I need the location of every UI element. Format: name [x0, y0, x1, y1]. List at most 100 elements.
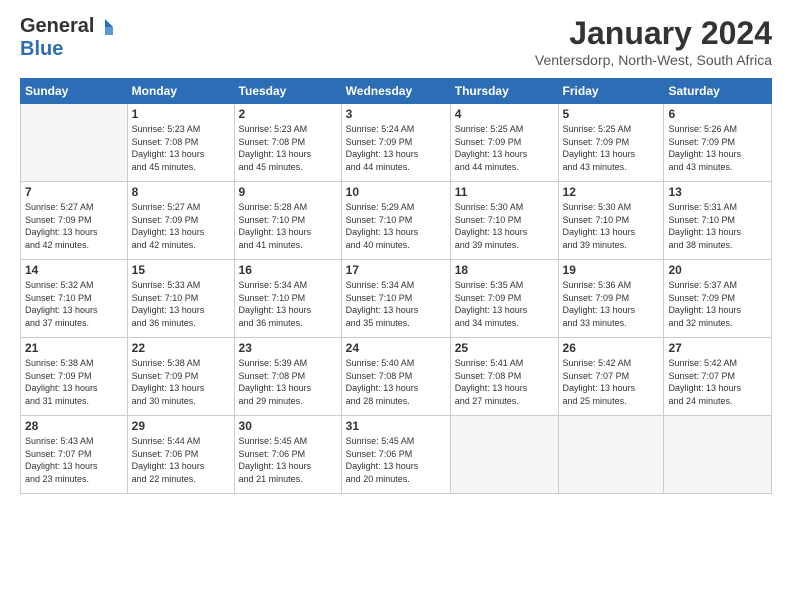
- day-number: 3: [346, 107, 446, 121]
- day-info: Sunrise: 5:34 AMSunset: 7:10 PMDaylight:…: [239, 279, 337, 329]
- day-number: 28: [25, 419, 123, 433]
- day-cell: 2Sunrise: 5:23 AMSunset: 7:08 PMDaylight…: [234, 104, 341, 182]
- day-cell: 25 Sunrise: 5:41 AMSunset: 7:08 PMDayligh…: [450, 338, 558, 416]
- day-number: 5: [563, 107, 660, 121]
- day-number: 17: [346, 263, 446, 277]
- header-tuesday: Tuesday: [234, 79, 341, 104]
- day-cell: 3 Sunrise: 5:24 AMSunset: 7:09 PMDaylight…: [341, 104, 450, 182]
- day-cell: 26 Sunrise: 5:42 AMSunset: 7:07 PMDayligh…: [558, 338, 664, 416]
- day-info: Sunrise: 5:30 AMSunset: 7:10 PMDaylight:…: [563, 201, 660, 251]
- day-number: 9: [239, 185, 337, 199]
- day-info: Sunrise: 5:32 AMSunset: 7:10 PMDaylight:…: [25, 279, 123, 329]
- day-info: Sunrise: 5:39 AMSunset: 7:08 PMDaylight:…: [239, 357, 337, 407]
- day-cell: 23 Sunrise: 5:39 AMSunset: 7:08 PMDayligh…: [234, 338, 341, 416]
- week-row-0: 1Sunrise: 5:23 AMSunset: 7:08 PMDaylight…: [21, 104, 772, 182]
- day-number: 14: [25, 263, 123, 277]
- header-saturday: Saturday: [664, 79, 772, 104]
- day-info: Sunrise: 5:27 AMSunset: 7:09 PMDaylight:…: [25, 201, 123, 251]
- day-info: Sunrise: 5:37 AMSunset: 7:09 PMDaylight:…: [668, 279, 767, 329]
- day-info: Sunrise: 5:36 AMSunset: 7:09 PMDaylight:…: [563, 279, 660, 329]
- day-info: Sunrise: 5:41 AMSunset: 7:08 PMDaylight:…: [455, 357, 554, 407]
- day-number: 30: [239, 419, 337, 433]
- header-thursday: Thursday: [450, 79, 558, 104]
- day-cell: 29 Sunrise: 5:44 AMSunset: 7:06 PMDayligh…: [127, 416, 234, 494]
- day-info: Sunrise: 5:45 AMSunset: 7:06 PMDaylight:…: [346, 435, 446, 485]
- day-info: Sunrise: 5:45 AMSunset: 7:06 PMDaylight:…: [239, 435, 337, 485]
- day-number: 22: [132, 341, 230, 355]
- day-cell: 1Sunrise: 5:23 AMSunset: 7:08 PMDaylight…: [127, 104, 234, 182]
- day-cell: 18 Sunrise: 5:35 AMSunset: 7:09 PMDayligh…: [450, 260, 558, 338]
- day-cell: 5Sunrise: 5:25 AMSunset: 7:09 PMDaylight…: [558, 104, 664, 182]
- day-number: 31: [346, 419, 446, 433]
- day-info: Sunrise: 5:23 AMSunset: 7:08 PMDaylight:…: [239, 123, 337, 173]
- day-number: 4: [455, 107, 554, 121]
- day-cell: 4 Sunrise: 5:25 AMSunset: 7:09 PMDaylight…: [450, 104, 558, 182]
- title-block: January 2024 Ventersdorp, North-West, So…: [535, 15, 772, 68]
- week-row-4: 28 Sunrise: 5:43 AMSunset: 7:07 PMDayligh…: [21, 416, 772, 494]
- day-cell: 10Sunrise: 5:29 AMSunset: 7:10 PMDayligh…: [341, 182, 450, 260]
- day-info: Sunrise: 5:44 AMSunset: 7:06 PMDaylight:…: [132, 435, 230, 485]
- day-number: 26: [563, 341, 660, 355]
- day-info: Sunrise: 5:31 AMSunset: 7:10 PMDaylight:…: [668, 201, 767, 251]
- day-cell: 28 Sunrise: 5:43 AMSunset: 7:07 PMDayligh…: [21, 416, 128, 494]
- day-number: 29: [132, 419, 230, 433]
- page: General Blue January 2024 Ventersdorp, N…: [0, 0, 792, 612]
- day-number: 27: [668, 341, 767, 355]
- header-wednesday: Wednesday: [341, 79, 450, 104]
- day-info: Sunrise: 5:24 AMSunset: 7:09 PMDaylight:…: [346, 123, 446, 173]
- day-number: 7: [25, 185, 123, 199]
- day-number: 12: [563, 185, 660, 199]
- day-number: 21: [25, 341, 123, 355]
- day-info: Sunrise: 5:23 AMSunset: 7:08 PMDaylight:…: [132, 123, 230, 173]
- logo-general-text: General: [20, 15, 94, 38]
- week-row-3: 21 Sunrise: 5:38 AMSunset: 7:09 PMDayligh…: [21, 338, 772, 416]
- day-number: 24: [346, 341, 446, 355]
- day-info: Sunrise: 5:26 AMSunset: 7:09 PMDaylight:…: [668, 123, 767, 173]
- week-row-1: 7 Sunrise: 5:27 AMSunset: 7:09 PMDaylight…: [21, 182, 772, 260]
- day-info: Sunrise: 5:25 AMSunset: 7:09 PMDaylight:…: [455, 123, 554, 173]
- day-cell: 9 Sunrise: 5:28 AMSunset: 7:10 PMDaylight…: [234, 182, 341, 260]
- day-cell: 14 Sunrise: 5:32 AMSunset: 7:10 PMDayligh…: [21, 260, 128, 338]
- day-info: Sunrise: 5:29 AMSunset: 7:10 PMDaylight:…: [346, 201, 446, 251]
- logo: General Blue: [20, 15, 115, 61]
- day-cell: 12 Sunrise: 5:30 AMSunset: 7:10 PMDayligh…: [558, 182, 664, 260]
- day-number: 25: [455, 341, 554, 355]
- day-cell: 20 Sunrise: 5:37 AMSunset: 7:09 PMDayligh…: [664, 260, 772, 338]
- day-cell: 11 Sunrise: 5:30 AMSunset: 7:10 PMDayligh…: [450, 182, 558, 260]
- day-number: 23: [239, 341, 337, 355]
- day-cell: [21, 104, 128, 182]
- day-number: 6: [668, 107, 767, 121]
- day-number: 18: [455, 263, 554, 277]
- day-cell: 27 Sunrise: 5:42 AMSunset: 7:07 PMDayligh…: [664, 338, 772, 416]
- day-info: Sunrise: 5:35 AMSunset: 7:09 PMDaylight:…: [455, 279, 554, 329]
- day-number: 11: [455, 185, 554, 199]
- day-number: 13: [668, 185, 767, 199]
- header-row: Sunday Monday Tuesday Wednesday Thursday…: [21, 79, 772, 104]
- day-info: Sunrise: 5:33 AMSunset: 7:10 PMDaylight:…: [132, 279, 230, 329]
- day-info: Sunrise: 5:38 AMSunset: 7:09 PMDaylight:…: [25, 357, 123, 407]
- day-cell: [450, 416, 558, 494]
- day-info: Sunrise: 5:42 AMSunset: 7:07 PMDaylight:…: [668, 357, 767, 407]
- day-info: Sunrise: 5:40 AMSunset: 7:08 PMDaylight:…: [346, 357, 446, 407]
- logo-blue-text: Blue: [20, 38, 63, 60]
- day-info: Sunrise: 5:28 AMSunset: 7:10 PMDaylight:…: [239, 201, 337, 251]
- day-info: Sunrise: 5:43 AMSunset: 7:07 PMDaylight:…: [25, 435, 123, 485]
- day-cell: 30 Sunrise: 5:45 AMSunset: 7:06 PMDayligh…: [234, 416, 341, 494]
- day-cell: 31 Sunrise: 5:45 AMSunset: 7:06 PMDayligh…: [341, 416, 450, 494]
- header-monday: Monday: [127, 79, 234, 104]
- day-cell: 17Sunrise: 5:34 AMSunset: 7:10 PMDayligh…: [341, 260, 450, 338]
- day-cell: 16Sunrise: 5:34 AMSunset: 7:10 PMDayligh…: [234, 260, 341, 338]
- day-cell: 22 Sunrise: 5:38 AMSunset: 7:09 PMDayligh…: [127, 338, 234, 416]
- day-cell: 6 Sunrise: 5:26 AMSunset: 7:09 PMDaylight…: [664, 104, 772, 182]
- day-info: Sunrise: 5:38 AMSunset: 7:09 PMDaylight:…: [132, 357, 230, 407]
- day-cell: 7 Sunrise: 5:27 AMSunset: 7:09 PMDaylight…: [21, 182, 128, 260]
- day-cell: 24 Sunrise: 5:40 AMSunset: 7:08 PMDayligh…: [341, 338, 450, 416]
- day-cell: [558, 416, 664, 494]
- month-title: January 2024: [535, 15, 772, 52]
- day-info: Sunrise: 5:42 AMSunset: 7:07 PMDaylight:…: [563, 357, 660, 407]
- day-number: 20: [668, 263, 767, 277]
- day-cell: 15Sunrise: 5:33 AMSunset: 7:10 PMDayligh…: [127, 260, 234, 338]
- day-number: 19: [563, 263, 660, 277]
- day-info: Sunrise: 5:30 AMSunset: 7:10 PMDaylight:…: [455, 201, 554, 251]
- header-friday: Friday: [558, 79, 664, 104]
